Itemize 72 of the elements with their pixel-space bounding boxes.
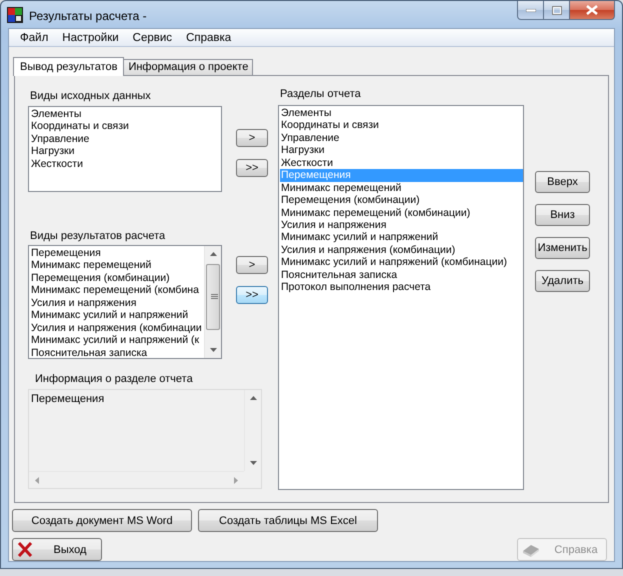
list-item[interactable]: Элементы bbox=[30, 108, 221, 120]
transfer-button[interactable]: > bbox=[236, 256, 268, 274]
list-item[interactable]: Координаты и связи bbox=[280, 119, 523, 132]
section-label: Разделы отчета bbox=[279, 87, 362, 101]
down-arrow-icon bbox=[250, 461, 256, 465]
grip-icon bbox=[211, 294, 218, 299]
up-arrow-icon bbox=[250, 396, 256, 400]
maximize-icon bbox=[552, 6, 562, 14]
list-item[interactable]: Минимакс усилий и напряжений bbox=[30, 309, 204, 322]
minimize-button[interactable] bbox=[517, 1, 544, 20]
transfer-button[interactable]: > bbox=[236, 129, 268, 147]
list-item[interactable]: Минимакс перемещений (комбина bbox=[30, 284, 204, 297]
list-item[interactable]: Управление bbox=[280, 132, 523, 144]
list-item[interactable]: Усилия и напряжения (комбинации) bbox=[280, 244, 523, 256]
list-item[interactable]: Усилия и напряжения bbox=[30, 296, 204, 310]
list-item[interactable]: Минимакс усилий и напряжений bbox=[280, 231, 523, 244]
list-item[interactable]: Нагрузки bbox=[280, 144, 523, 157]
window-title: Результаты расчета - bbox=[29, 9, 147, 23]
list-item[interactable]: Координаты и связи bbox=[30, 120, 221, 133]
list-item[interactable]: Перемещения bbox=[30, 247, 204, 260]
tab[interactable]: Информация о проекте bbox=[123, 59, 254, 75]
section-label: Виды исходных данных bbox=[29, 89, 152, 103]
list-item[interactable]: Минимакс усилий и напряжений (к bbox=[30, 334, 204, 346]
close-button[interactable] bbox=[570, 1, 615, 20]
close-icon bbox=[586, 5, 598, 15]
list-box[interactable] bbox=[278, 105, 524, 490]
list-item[interactable]: Пояснительная записка bbox=[30, 346, 204, 358]
tab[interactable]: Вывод результатов bbox=[13, 57, 124, 76]
list-item[interactable]: Минимакс перемещений (комбинации) bbox=[280, 206, 523, 219]
action-button[interactable]: Изменить bbox=[535, 237, 590, 259]
transfer-button[interactable]: >> bbox=[236, 286, 268, 304]
right-arrow-icon bbox=[234, 476, 238, 484]
maximize-button[interactable] bbox=[544, 1, 570, 20]
minimize-icon bbox=[526, 8, 536, 12]
list-item[interactable]: Управление bbox=[30, 132, 221, 146]
menu-item[interactable]: Настройки bbox=[55, 32, 126, 44]
action-button[interactable]: Удалить bbox=[535, 270, 590, 292]
list-item[interactable]: Перемещения (комбинации) bbox=[280, 194, 523, 206]
list-item[interactable]: Минимакс усилий и напряжений (комбинации) bbox=[280, 256, 523, 269]
list-item[interactable]: Пояснительная записка bbox=[280, 268, 523, 282]
cross-icon bbox=[17, 542, 33, 557]
list-item[interactable]: Нагрузки bbox=[30, 145, 221, 158]
list-item[interactable]: Минимакс перемещений bbox=[30, 259, 204, 272]
list-item[interactable]: Перемещения (комбинации) bbox=[30, 272, 204, 284]
action-button[interactable]: Вверх bbox=[535, 171, 590, 193]
transfer-button[interactable]: >> bbox=[236, 159, 268, 177]
left-arrow-icon bbox=[35, 476, 39, 484]
list-item[interactable]: Элементы bbox=[280, 107, 523, 120]
list-item[interactable]: Жесткости bbox=[280, 156, 523, 170]
menu-item[interactable]: Справка bbox=[179, 32, 238, 44]
list-item[interactable]: Протокол выполнения расчета bbox=[280, 281, 523, 294]
list-item[interactable]: Минимакс перемещений bbox=[280, 182, 523, 194]
section-label: Информация о разделе отчета bbox=[34, 372, 194, 386]
action-button[interactable]: Вниз bbox=[535, 204, 590, 226]
info-text: Перемещения bbox=[30, 392, 106, 407]
scrollbar[interactable] bbox=[204, 246, 221, 358]
export-button[interactable]: Создать документ MS Word bbox=[12, 509, 192, 532]
up-arrow-icon bbox=[210, 252, 216, 256]
menu-item[interactable]: Сервис bbox=[126, 32, 180, 44]
exit-button[interactable]: Выход bbox=[12, 538, 102, 561]
down-arrow-icon bbox=[210, 348, 216, 352]
list-item[interactable]: Усилия и напряжения bbox=[280, 218, 523, 232]
list-box[interactable]: Элементы Координаты и связи Управление Нагрузки Жесткости bbox=[28, 106, 222, 192]
menu-item[interactable]: Файл bbox=[13, 32, 56, 44]
list-item[interactable]: Жесткости bbox=[30, 158, 221, 170]
section-label: Виды результатов расчета bbox=[29, 229, 166, 243]
app-icon bbox=[7, 7, 23, 23]
scrollbar-thumb[interactable] bbox=[206, 264, 220, 330]
book-icon bbox=[522, 542, 540, 556]
list-item[interactable]: Усилия и напряжения (комбинации bbox=[30, 322, 204, 334]
list-box[interactable] bbox=[28, 245, 222, 359]
export-button[interactable]: Создать таблицы MS Excel bbox=[198, 509, 378, 532]
